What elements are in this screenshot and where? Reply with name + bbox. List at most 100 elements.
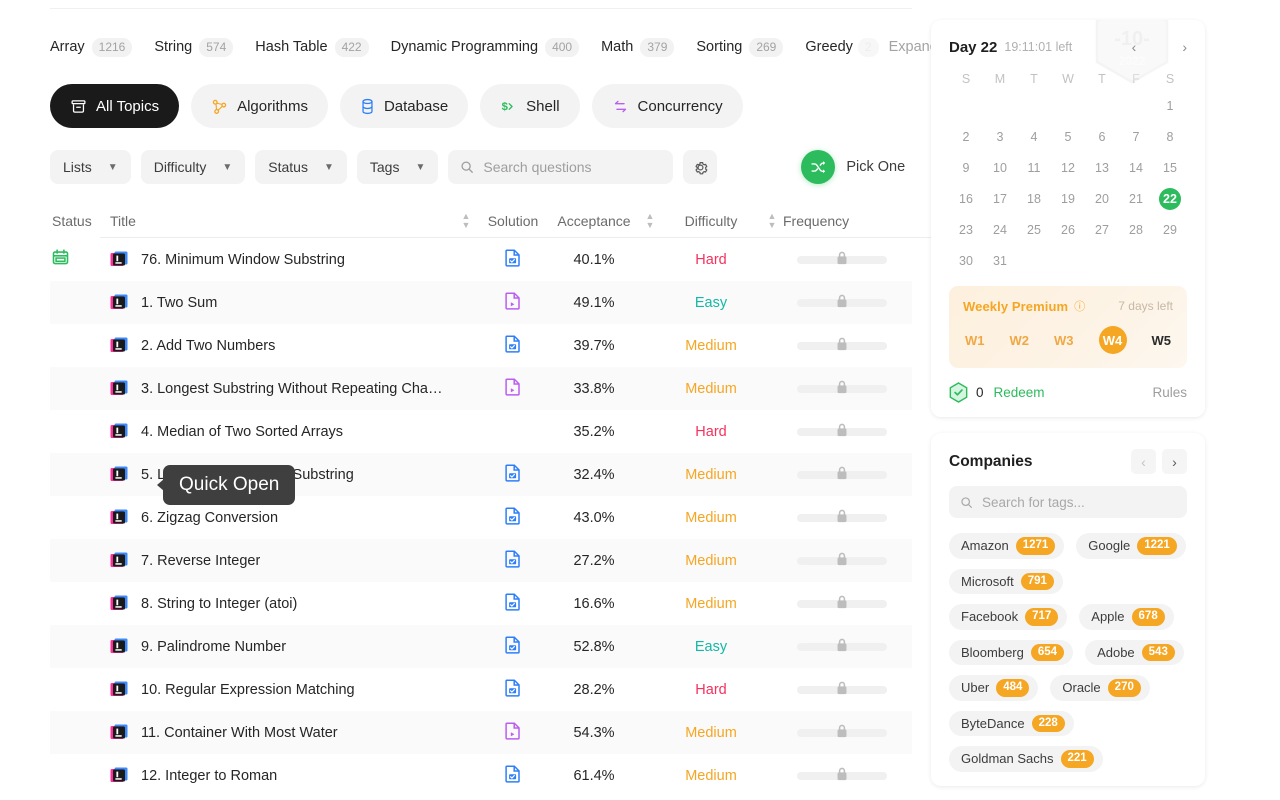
calendar-day[interactable]: 4 — [1017, 126, 1051, 148]
row-title-cell[interactable]: 4. Median of Two Sorted Arrays — [110, 423, 455, 441]
table-row[interactable]: 10. Regular Expression Matching28.2%Hard — [50, 668, 912, 711]
company-tag[interactable]: Amazon1271 — [949, 533, 1064, 559]
help-circle-icon[interactable]: ⓘ — [1074, 298, 1085, 314]
calendar-day[interactable]: 27 — [1085, 219, 1119, 241]
row-solution-cell[interactable] — [477, 636, 549, 658]
calendar-day[interactable]: 23 — [949, 219, 983, 241]
table-row[interactable]: 12. Integer to Roman61.4%Medium — [50, 754, 912, 797]
company-tag[interactable]: Apple678 — [1079, 604, 1173, 630]
calendar-day[interactable]: 5 — [1051, 126, 1085, 148]
row-title-cell[interactable]: 12. Integer to Roman — [110, 767, 455, 785]
calendar-day[interactable]: 16 — [949, 188, 983, 210]
topic-tag-array[interactable]: Array1216 — [50, 38, 132, 57]
row-solution-cell[interactable] — [477, 249, 549, 271]
redeem-link[interactable]: Redeem — [994, 385, 1045, 400]
calendar-day[interactable]: 31 — [983, 250, 1017, 272]
category-pill-concurrency[interactable]: Concurrency — [592, 84, 743, 128]
table-row[interactable]: 3. Longest Substring Without Repeating C… — [50, 367, 912, 410]
table-row[interactable]: 4. Median of Two Sorted Arrays35.2%Hard — [50, 410, 912, 453]
filter-status[interactable]: Status ▼ — [255, 150, 347, 184]
settings-button[interactable] — [683, 150, 717, 184]
solution-doc-icon[interactable] — [505, 593, 521, 615]
pick-one-button[interactable]: Pick One — [801, 150, 905, 184]
solution-doc-icon[interactable] — [505, 507, 521, 529]
category-pill-shell[interactable]: $Shell — [480, 84, 579, 128]
calendar-day[interactable]: 20 — [1085, 188, 1119, 210]
calendar-day[interactable]: 11 — [1017, 157, 1051, 179]
topic-tag-greedy[interactable]: Greedy2 — [805, 38, 880, 57]
calendar-day[interactable]: 3 — [983, 126, 1017, 148]
calendar-day[interactable]: 21 — [1119, 188, 1153, 210]
row-solution-cell[interactable] — [477, 378, 549, 400]
solution-doc-icon[interactable] — [505, 679, 521, 701]
sort-difficulty-button[interactable]: ▲▼ — [761, 212, 783, 230]
table-row[interactable]: 76. Minimum Window Substring40.1%Hard — [50, 238, 912, 281]
calendar-day[interactable]: 18 — [1017, 188, 1051, 210]
row-solution-cell[interactable] — [477, 679, 549, 701]
row-title-cell[interactable]: 11. Container With Most Water — [110, 724, 455, 742]
calendar-day[interactable]: 30 — [949, 250, 983, 272]
company-search-box[interactable] — [949, 486, 1187, 518]
rules-link[interactable]: Rules — [1152, 385, 1187, 400]
row-title-cell[interactable]: 7. Reverse Integer — [110, 552, 455, 570]
row-title-cell[interactable]: 2. Add Two Numbers — [110, 337, 455, 355]
calendar-day[interactable]: 7 — [1119, 126, 1153, 148]
row-solution-cell[interactable] — [477, 335, 549, 357]
video-doc-icon[interactable] — [505, 722, 521, 744]
calendar-day[interactable]: 13 — [1085, 157, 1119, 179]
calendar-day[interactable]: 26 — [1051, 219, 1085, 241]
premium-week-w3[interactable]: W3 — [1054, 333, 1074, 348]
companies-prev-button[interactable]: ‹ — [1131, 449, 1156, 474]
calendar-day[interactable]: 19 — [1051, 188, 1085, 210]
calendar-day[interactable]: 14 — [1119, 157, 1153, 179]
calendar-day[interactable]: 29 — [1153, 219, 1187, 241]
category-pill-algorithms[interactable]: Algorithms — [191, 84, 328, 128]
premium-week-w1[interactable]: W1 — [965, 333, 985, 348]
company-tag[interactable]: Google1221 — [1076, 533, 1186, 559]
table-row[interactable]: 7. Reverse Integer27.2%Medium — [50, 539, 912, 582]
company-tag[interactable]: Bloomberg654 — [949, 640, 1073, 666]
calendar-day[interactable]: 12 — [1051, 157, 1085, 179]
row-title-cell[interactable]: 10. Regular Expression Matching — [110, 681, 455, 699]
calendar-day[interactable]: 15 — [1153, 157, 1187, 179]
category-pill-all-topics[interactable]: All Topics — [50, 84, 179, 128]
calendar-day[interactable]: 9 — [949, 157, 983, 179]
search-questions-box[interactable] — [448, 150, 673, 184]
row-solution-cell[interactable] — [477, 550, 549, 572]
calendar-day[interactable]: 1 — [1153, 95, 1187, 117]
row-solution-cell[interactable] — [477, 464, 549, 486]
calendar-next-button[interactable]: › — [1182, 39, 1187, 55]
topic-tag-string[interactable]: String574 — [154, 38, 233, 57]
row-title-cell[interactable]: 1. Two Sum — [110, 294, 455, 312]
company-tag[interactable]: Adobe543 — [1085, 640, 1184, 666]
filter-lists[interactable]: Lists ▼ — [50, 150, 131, 184]
calendar-prev-button[interactable]: ‹ — [1132, 39, 1137, 55]
calendar-day[interactable]: 25 — [1017, 219, 1051, 241]
row-solution-cell[interactable] — [477, 765, 549, 787]
solution-doc-icon[interactable] — [505, 550, 521, 572]
calendar-day[interactable]: 24 — [983, 219, 1017, 241]
sort-acceptance-button[interactable]: ▲▼ — [639, 212, 661, 230]
calendar-day[interactable]: 8 — [1153, 126, 1187, 148]
row-title-cell[interactable]: 6. Zigzag Conversion — [110, 509, 455, 527]
calendar-day-today[interactable]: 22 — [1159, 188, 1181, 210]
calendar-day[interactable]: 6 — [1085, 126, 1119, 148]
table-row[interactable]: 1. Two Sum49.1%Easy — [50, 281, 912, 324]
topic-tag-dynamic-programming[interactable]: Dynamic Programming400 — [391, 38, 580, 57]
company-tag[interactable]: Oracle270 — [1050, 675, 1149, 701]
solution-doc-icon[interactable] — [505, 464, 521, 486]
premium-week-w4[interactable]: W4 — [1099, 326, 1127, 354]
table-row[interactable]: 9. Palindrome Number52.8%Easy — [50, 625, 912, 668]
filter-difficulty[interactable]: Difficulty ▼ — [141, 150, 246, 184]
table-row[interactable]: 8. String to Integer (atoi)16.6%Medium — [50, 582, 912, 625]
video-doc-icon[interactable] — [505, 292, 521, 314]
premium-week-w5[interactable]: W5 — [1152, 333, 1172, 348]
row-solution-cell[interactable] — [477, 292, 549, 314]
company-tag[interactable]: ByteDance228 — [949, 711, 1074, 737]
row-title-cell[interactable]: 76. Minimum Window Substring — [110, 251, 455, 269]
premium-week-w2[interactable]: W2 — [1010, 333, 1030, 348]
company-tag[interactable]: Goldman Sachs221 — [949, 746, 1103, 772]
topic-tag-sorting[interactable]: Sorting269 — [696, 38, 783, 57]
company-search-input[interactable] — [982, 495, 1167, 510]
companies-next-button[interactable]: › — [1162, 449, 1187, 474]
